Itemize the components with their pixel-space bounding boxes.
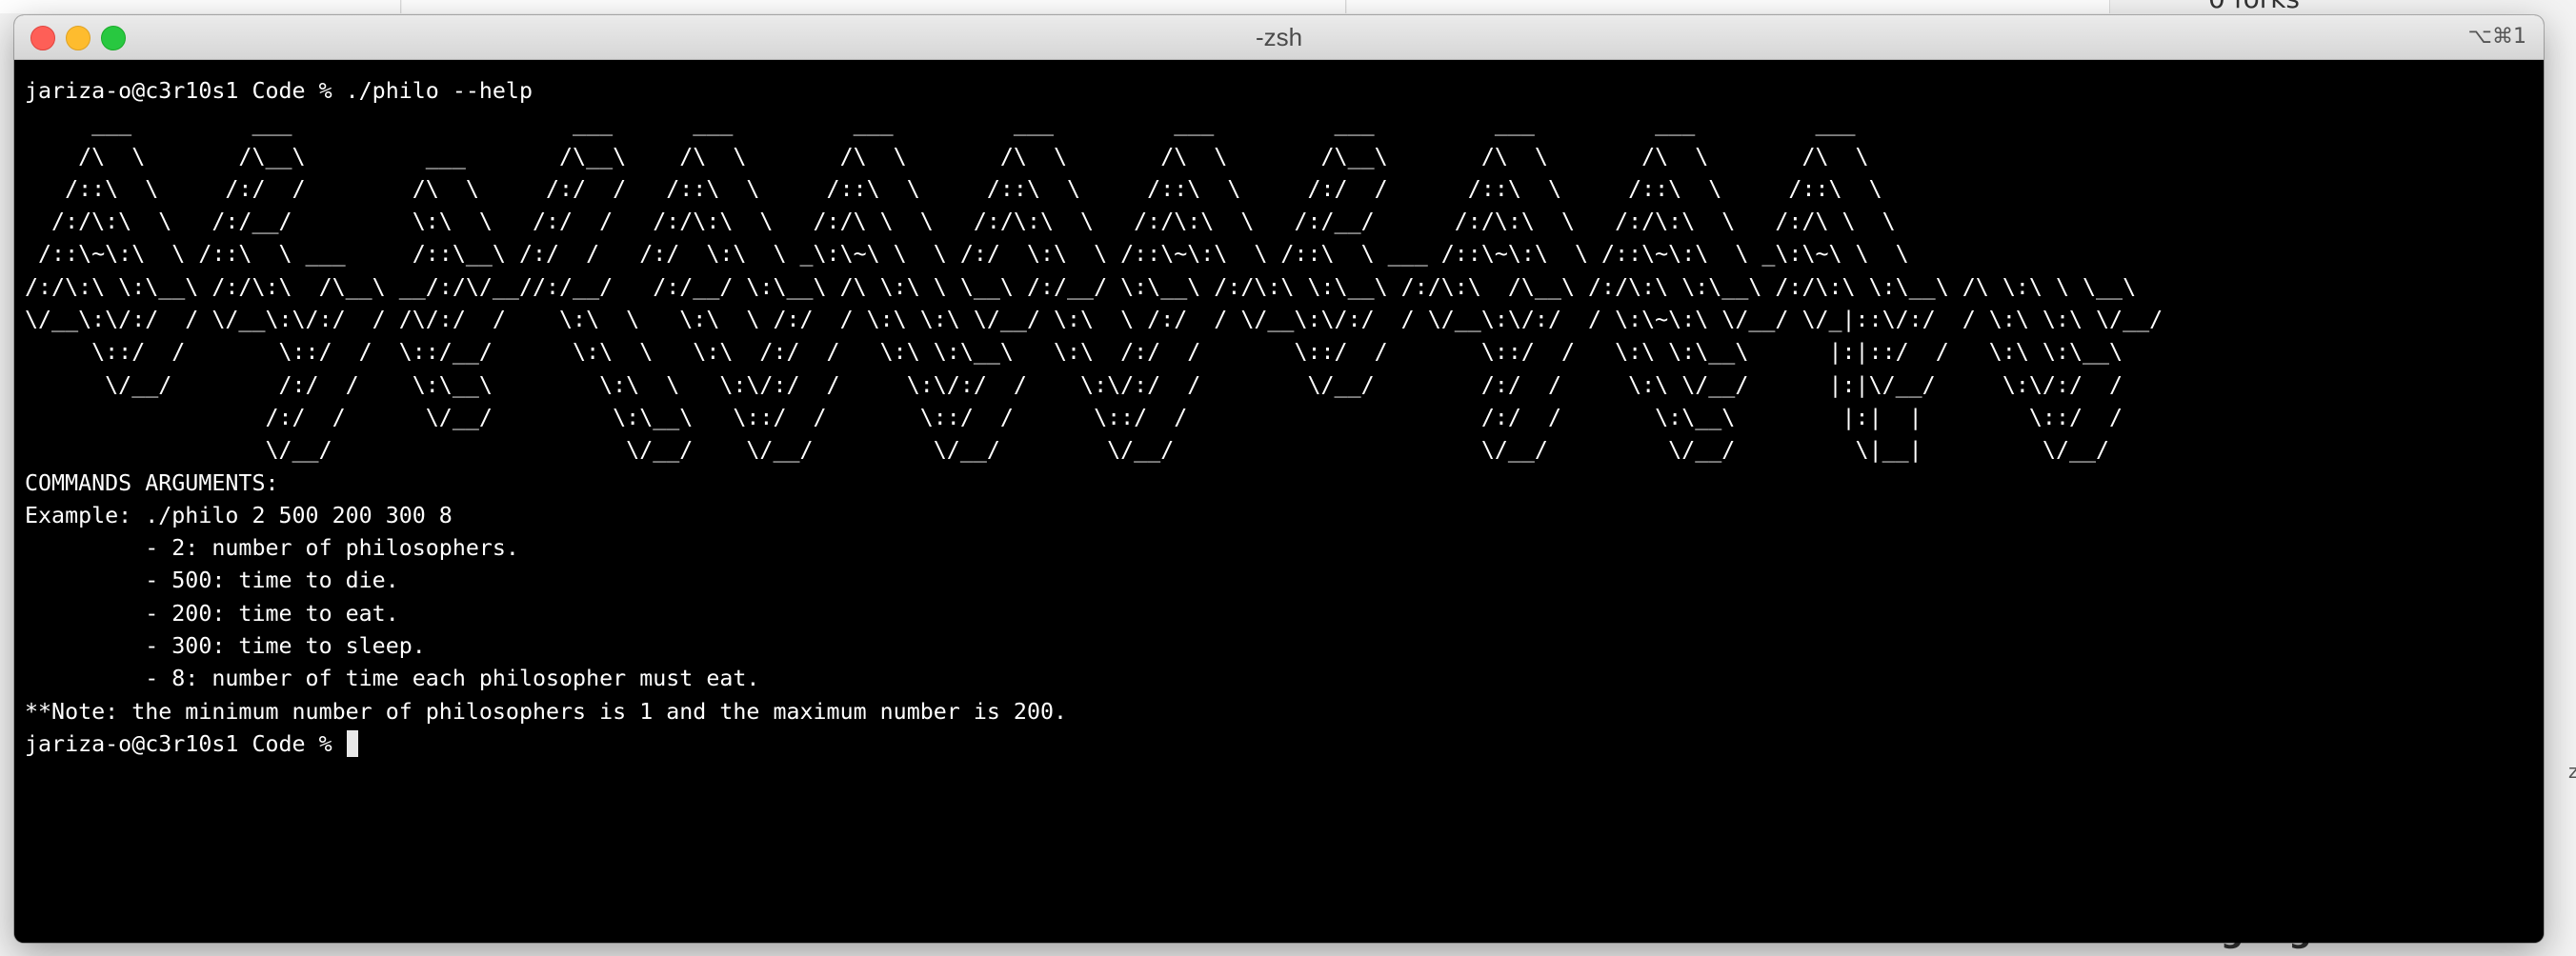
banner-line: /:/ / \/__/ \:\__\ \::/ / \::/ / \::/ / … [25,404,2163,430]
help-line: - 2: number of philosophers. [25,535,519,562]
help-line: - 200: time to eat. [25,600,399,627]
help-line: Example: ./philo 2 500 200 300 8 [25,502,453,528]
background-panel [402,0,1346,13]
help-line: - 300: time to sleep. [25,633,426,660]
title-bar[interactable]: -zsh ⌥⌘1 [14,15,2544,60]
text-cursor [346,729,358,757]
banner-line: /:/\:\ \ /:/__/ \:\ \ /:/ / /:/\:\ \ /:/… [25,209,1922,235]
forks-count: 0 forks [2208,0,2300,14]
window-shortcut: ⌥⌘1 [2467,25,2526,49]
background-edge-text: z [2568,760,2576,783]
window-title: -zsh [1255,23,1303,51]
prompt: jariza-o@c3r10s1 Code % [25,730,346,757]
banner-line: \/__/ \/__/ \/__/ \/__/ \/__/ \/__/ \/__… [25,437,2163,464]
banner-line: /:/\:\ \:\__\ /:/\:\ /\__\ __/:/\/__//:/… [25,273,2137,300]
help-line: **Note: the minimum number of philosophe… [25,698,1068,725]
help-text: COMMANDS ARGUMENTS: Example: ./philo 2 50… [25,468,2544,728]
command-text: ./philo --help [345,78,533,104]
banner-line: ___ ___ ___ ___ ___ ___ ___ ___ ___ ___ … [25,110,1922,137]
banner-line: \/__/ /:/ / \:\__\ \:\ \ \:\/:/ / \:\/:/… [25,371,2150,398]
background-panel [1347,0,2110,13]
ascii-banner: ___ ___ ___ ___ ___ ___ ___ ___ ___ ___ … [25,108,2544,467]
terminal-output[interactable]: jariza-o@c3r10s1 Code % ./philo --help _… [14,60,2544,943]
banner-line: \::/ / \::/ / \::/__/ \:\ \ \:\ /:/ / \:… [25,339,2150,366]
terminal-window[interactable]: -zsh ⌥⌘1 jariza-o@c3r10s1 Code % ./philo… [14,15,2544,943]
banner-line: \/__\:\/:/ / \/__\:\/:/ / /\/:/ / \:\ \ … [25,307,2163,333]
input-line[interactable]: jariza-o@c3r10s1 Code % [25,728,2544,761]
command-line: jariza-o@c3r10s1 Code % ./philo --help [25,75,2544,108]
prompt: jariza-o@c3r10s1 Code % [25,78,346,104]
background-panel [0,0,401,13]
banner-line: /::\~\:\ \ /::\ \ ___ /::\__\ /:/ / /:/ … [25,241,1922,268]
help-line: COMMANDS ARGUMENTS: [25,469,279,496]
banner-line: /::\ \ /:/ / /\ \ /:/ / /::\ \ /::\ \ /:… [25,175,1922,202]
help-line: - 500: time to die. [25,568,399,594]
banner-line: /\ \ /\__\ ___ /\__\ /\ \ /\ \ /\ \ /\ \… [25,143,1922,169]
help-line: - 8: number of time each philosopher mus… [25,666,760,692]
